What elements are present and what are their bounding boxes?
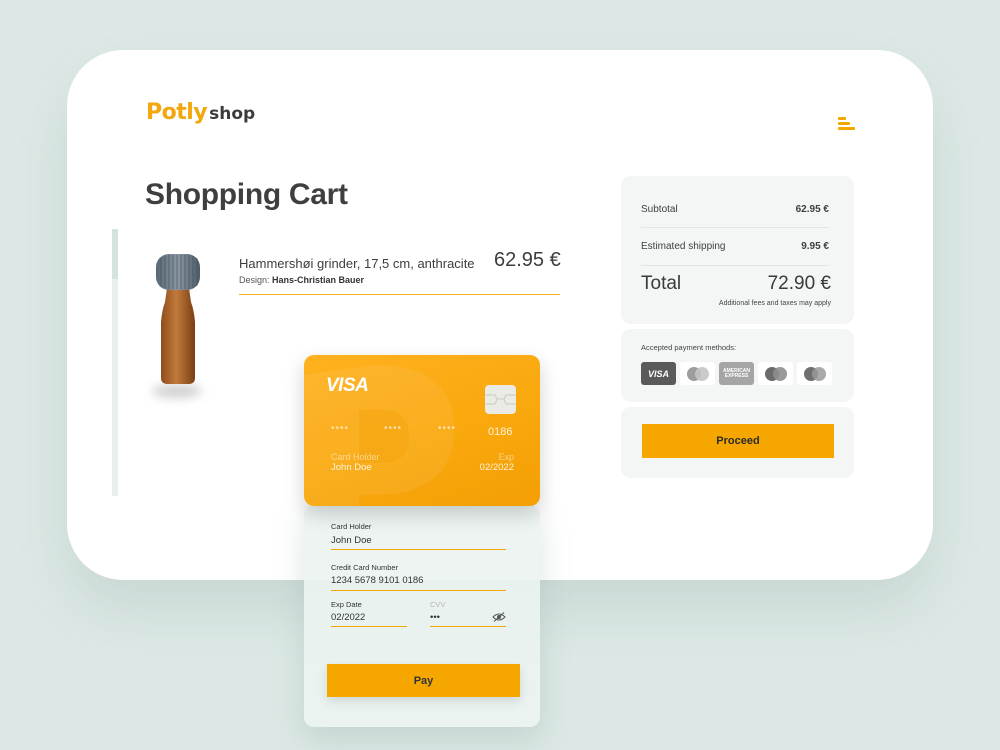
card-number-input[interactable]	[331, 575, 501, 586]
shipping-row: Estimated shipping 9.95 €	[641, 241, 829, 252]
card-form: Card Holder Credit Card Number Exp Date …	[304, 505, 540, 727]
eye-slash-icon[interactable]	[492, 612, 506, 622]
product-price: 62.95 €	[494, 249, 561, 271]
summary-divider	[641, 227, 829, 228]
scrollbar-thumb[interactable]	[112, 229, 118, 279]
tax-note: Additional fees and taxes may apply	[718, 300, 831, 307]
page-title: Shopping Cart	[145, 178, 348, 211]
maestro-icon[interactable]	[797, 362, 832, 385]
input-underline	[331, 549, 506, 550]
proceed-button[interactable]: Proceed	[642, 424, 834, 458]
card-holder-input[interactable]	[331, 535, 501, 546]
card-number-dots: ••••	[438, 423, 457, 434]
payment-methods: Accepted payment methods: VISA AMERICAN …	[621, 329, 854, 402]
card-holder-label: Card Holder	[331, 452, 380, 462]
card-number-dots: ••••	[384, 423, 403, 434]
proceed-panel: Proceed	[621, 407, 854, 478]
total-row: Total 72.90 €	[641, 273, 831, 295]
product-image	[156, 254, 200, 384]
exp-date-input[interactable]	[331, 612, 401, 623]
card-holder-value: John Doe	[331, 462, 372, 473]
card-chip-icon	[485, 385, 516, 414]
subtotal-value: 62.95 €	[795, 204, 829, 215]
designer-name: Hans-Christian Bauer	[272, 275, 365, 285]
product-designer: Design: Hans-Christian Bauer	[239, 275, 364, 285]
card-exp-label: Exp	[498, 452, 514, 462]
mastercard-icon[interactable]	[680, 362, 715, 385]
logo-suffix: shop	[209, 104, 256, 124]
card-last-four: 0186	[488, 426, 513, 438]
input-underline	[331, 626, 407, 627]
input-underline	[430, 626, 506, 627]
amex-icon[interactable]: AMERICAN EXPRESS	[719, 362, 754, 385]
card-brand-logo: VISA	[326, 375, 369, 396]
brand-logo[interactable]: Potly shop	[146, 100, 255, 125]
logo-brand: Potly	[146, 100, 208, 125]
form-exp-label: Exp Date	[331, 600, 362, 609]
form-cvv-label: CVV	[430, 600, 446, 609]
product-name[interactable]: Hammershøi grinder, 17,5 cm, anthracite	[239, 256, 475, 271]
credit-card-preview: VISA •••• •••• •••• 0186 Card Holder Joh…	[304, 355, 540, 506]
cart-scrollbar[interactable]	[112, 229, 118, 496]
menu-icon[interactable]	[838, 117, 856, 131]
mastercard-icon[interactable]	[758, 362, 793, 385]
shipping-label: Estimated shipping	[641, 241, 726, 252]
visa-icon[interactable]: VISA	[641, 362, 676, 385]
design-label: Design:	[239, 275, 270, 285]
subtotal-label: Subtotal	[641, 204, 678, 215]
input-underline	[331, 590, 506, 591]
order-summary: Subtotal 62.95 € Estimated shipping 9.95…	[621, 176, 854, 324]
pay-button[interactable]: Pay	[327, 664, 520, 697]
payment-icons: VISA AMERICAN EXPRESS	[641, 362, 832, 385]
card-number-dots: ••••	[331, 423, 350, 434]
form-holder-label: Card Holder	[331, 522, 372, 531]
summary-divider	[641, 265, 829, 266]
cvv-input[interactable]	[430, 612, 485, 623]
product-divider	[239, 294, 560, 295]
payment-methods-title: Accepted payment methods:	[641, 343, 737, 352]
shipping-value: 9.95 €	[801, 241, 829, 252]
total-label: Total	[641, 273, 682, 294]
total-value: 72.90 €	[767, 273, 831, 294]
form-number-label: Credit Card Number	[331, 563, 399, 572]
subtotal-row: Subtotal 62.95 €	[641, 204, 829, 215]
card-exp-value: 02/2022	[479, 462, 514, 473]
